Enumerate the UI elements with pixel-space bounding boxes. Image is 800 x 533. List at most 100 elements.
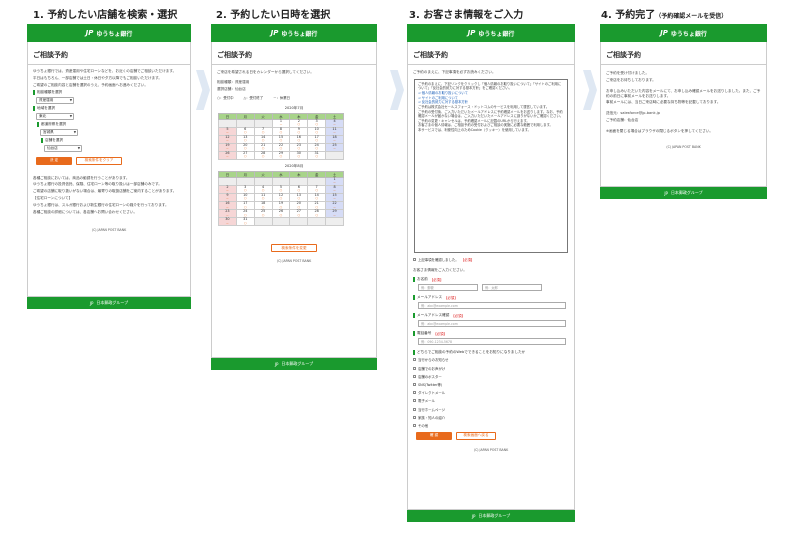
header-bar: JP ゆうちょ銀行: [600, 24, 767, 42]
email-field[interactable]: 例：abc@example.com: [418, 301, 566, 309]
store-select[interactable]: 仙台店 ▼: [44, 144, 82, 152]
confirm-button[interactable]: 確 認: [416, 431, 452, 440]
complete-line-2: ご来店をお待ちしております。: [606, 77, 656, 82]
page-title: ご相談予約: [212, 42, 376, 65]
source-option-checkbox[interactable]: 店舗のポスター: [408, 372, 574, 380]
back-to-search-button[interactable]: 検索画面へ戻る: [456, 431, 496, 440]
footer-bar: JP 日本郵政グループ: [600, 187, 767, 199]
phone-label: 電話番号 【必須】: [408, 328, 574, 337]
source-option-checkbox[interactable]: 店舗でのお声がけ: [408, 364, 574, 372]
availability-mark: ○: [261, 154, 265, 159]
option-label: 店舗のポスター: [418, 374, 442, 379]
terms-text: ご予約の受付後、ご入力いただいたメールアドレスに予約確認メールをお送りします。な…: [418, 109, 564, 119]
group-name: 日本郵政グループ: [478, 513, 511, 518]
sender-address: 送信元：salesforce@jp-bank.jp: [606, 111, 661, 116]
option-label: 家族・知人の紹介: [418, 415, 446, 420]
checkbox-icon: [413, 383, 416, 387]
source-option-checkbox[interactable]: 当行からのお知らせ: [408, 356, 574, 364]
change-conditions-button[interactable]: 検索条件を変更: [271, 244, 317, 253]
calendar-day[interactable]: 28 ○: [253, 150, 273, 160]
availability-mark: －: [333, 212, 337, 217]
calendar-day: 26 －: [218, 150, 237, 160]
note-1: 各種ご相談においては、商品の勧誘を行うことがあります。: [33, 175, 130, 180]
source-option-checkbox[interactable]: SNS(Twitter等): [408, 380, 574, 388]
close-note: ※画面を閉じる場合はブラウザの閉じるボタンを押してください。: [606, 128, 714, 133]
copyright: (C) JAPAN POST BANK: [473, 447, 509, 452]
calendar-day[interactable]: 28 ○: [307, 208, 327, 218]
calendar-day[interactable]: 31 ○: [235, 216, 255, 226]
consult-type-select[interactable]: 資産運用 ▼: [36, 96, 74, 104]
jp-logo-icon: JP: [274, 361, 279, 367]
availability-mark: ○: [297, 212, 301, 217]
availability-mark: ○: [297, 154, 301, 159]
checkbox-icon: [413, 358, 416, 362]
checkbox-icon: [413, 399, 416, 403]
footer-bar: JP 日本郵政グループ: [27, 297, 191, 309]
calendar-empty-cell: [325, 216, 344, 226]
source-option-checkbox[interactable]: 家族・知人の紹介: [408, 413, 574, 421]
calendar-day[interactable]: 25 ○: [253, 208, 273, 218]
calendar-empty-cell: [289, 216, 309, 226]
jp-logo-icon: JP: [89, 300, 94, 306]
header-bar: JP ゆうちょ銀行: [27, 24, 191, 42]
calendar-day[interactable]: 27 ○: [289, 208, 309, 218]
calendar-day[interactable]: 31 ○: [307, 150, 327, 160]
source-option-checkbox[interactable]: 当行ホームページ: [408, 405, 574, 413]
clear-conditions-button[interactable]: 検索条件をクリア: [76, 156, 122, 165]
option-label: 電子メール: [418, 399, 435, 404]
intro-text-2: 平日はもちろん、一部店舗では土日・休日や夕方以降でもご相談いただけます。: [33, 75, 163, 80]
source-question-label: どちらでご相談の予約のWebでできることをお知りになりましたか: [408, 346, 574, 356]
calendar-empty-cell: [307, 216, 327, 226]
agree-checkbox[interactable]: 上記事項を確認しました。 【必須】: [408, 256, 574, 264]
source-option-checkbox[interactable]: 電子メール: [408, 397, 574, 405]
group-name: 日本郵政グループ: [96, 300, 129, 305]
option-label: 店舗でのお声がけ: [418, 366, 446, 371]
email-confirm-field[interactable]: 例：abc@example.com: [418, 319, 566, 327]
group-name: 日本郵政グループ: [281, 361, 314, 366]
intro-text-1: ゆうちょ銀行では、資産運用や住宅ローンなどを、お近くの店舗でご相談いただけます。: [33, 69, 177, 73]
prefecture-select[interactable]: 宮城県 ▼: [40, 128, 78, 136]
note-5: ゆうちょ銀行は、スルガ銀行および新生銀行の住宅ローンの媒介を行っております。: [33, 202, 169, 207]
page-title: ご相談予約: [28, 42, 190, 65]
group-name: 日本郵政グループ: [670, 190, 703, 195]
step-title-4: 4. 予約完了（予約確認メールを受信）: [601, 6, 727, 21]
step-arrow-2: [390, 70, 404, 110]
calendar-empty-cell: [325, 150, 344, 160]
region-label: 地域を選択: [28, 105, 190, 112]
calendar-day[interactable]: 26 ○: [271, 208, 291, 218]
calendar-day[interactable]: 27 ○: [235, 150, 255, 160]
availability-mark: ○: [279, 212, 283, 217]
source-option-checkbox[interactable]: その他: [408, 421, 574, 429]
terms-text: ご予約は株式会社セールスフォース・ドットコムのサービスを利用して運営しています。: [418, 104, 550, 109]
availability-mark: －: [225, 220, 229, 225]
calendar-day: 25 －: [325, 142, 344, 152]
decide-button[interactable]: 決 定: [36, 156, 72, 165]
chevron-down-icon: ▼: [77, 146, 80, 151]
phone-field[interactable]: 例：090-1234-5678: [418, 337, 566, 345]
availability-mark: ○: [315, 154, 318, 159]
calendar-month-title: 2020年8月: [284, 163, 304, 168]
calendar-day[interactable]: 29 ○: [271, 150, 291, 160]
calendar-table: 日月火水木金土 1 － 2 － 3 ○ 4 ○ 5 ○ 6 ○ 7 ○ 8 － 9 － 10 ○ 11 ○ 12 ○ 13 ○ 14 ○…: [218, 170, 344, 226]
checkbox-icon: [413, 258, 416, 262]
last-name-input[interactable]: 例：郵便: [418, 283, 478, 291]
availability-mark: －: [333, 146, 337, 151]
note-4: 【住宅ローンについて】: [33, 196, 73, 201]
calendar-day[interactable]: 30 ○: [289, 150, 309, 160]
terms-box[interactable]: ご予約のまえに、下記リンクをクリックし「個人情報のお取り扱いについて」「サイトの…: [414, 78, 568, 253]
availability-mark: ○: [261, 212, 265, 217]
jp-logo-icon: JP: [270, 29, 279, 37]
step-title-2: 2. 予約したい日時を選択: [216, 10, 331, 21]
first-name-input[interactable]: 例：太郎: [482, 283, 542, 291]
enter-info-text: お客さま情報をご入力ください。: [413, 268, 467, 273]
jp-logo-icon: JP: [660, 29, 668, 37]
region-select[interactable]: 東北 ▼: [36, 112, 74, 120]
source-option-checkbox[interactable]: ダイレクトメール: [408, 389, 574, 397]
calendar-intro: ご来店を希望される日をカレンダーから選択してください。: [217, 70, 314, 74]
step-title-1: 1. 予約したい店舗を検索・選択: [33, 10, 178, 21]
option-label: 当行ホームページ: [418, 407, 445, 412]
panel-date-select: JP ゆうちょ銀行 ご相談予約 ご来店を希望される日をカレンダーから選択してくださ…: [211, 24, 377, 370]
panel-complete: JP ゆうちょ銀行 ご相談予約 ご予約を受け付けました。 ご来店をお待ちしておりま…: [600, 24, 767, 199]
step-title-3: 3. お客さま情報をご入力: [409, 10, 524, 21]
checkbox-icon: [413, 415, 416, 419]
